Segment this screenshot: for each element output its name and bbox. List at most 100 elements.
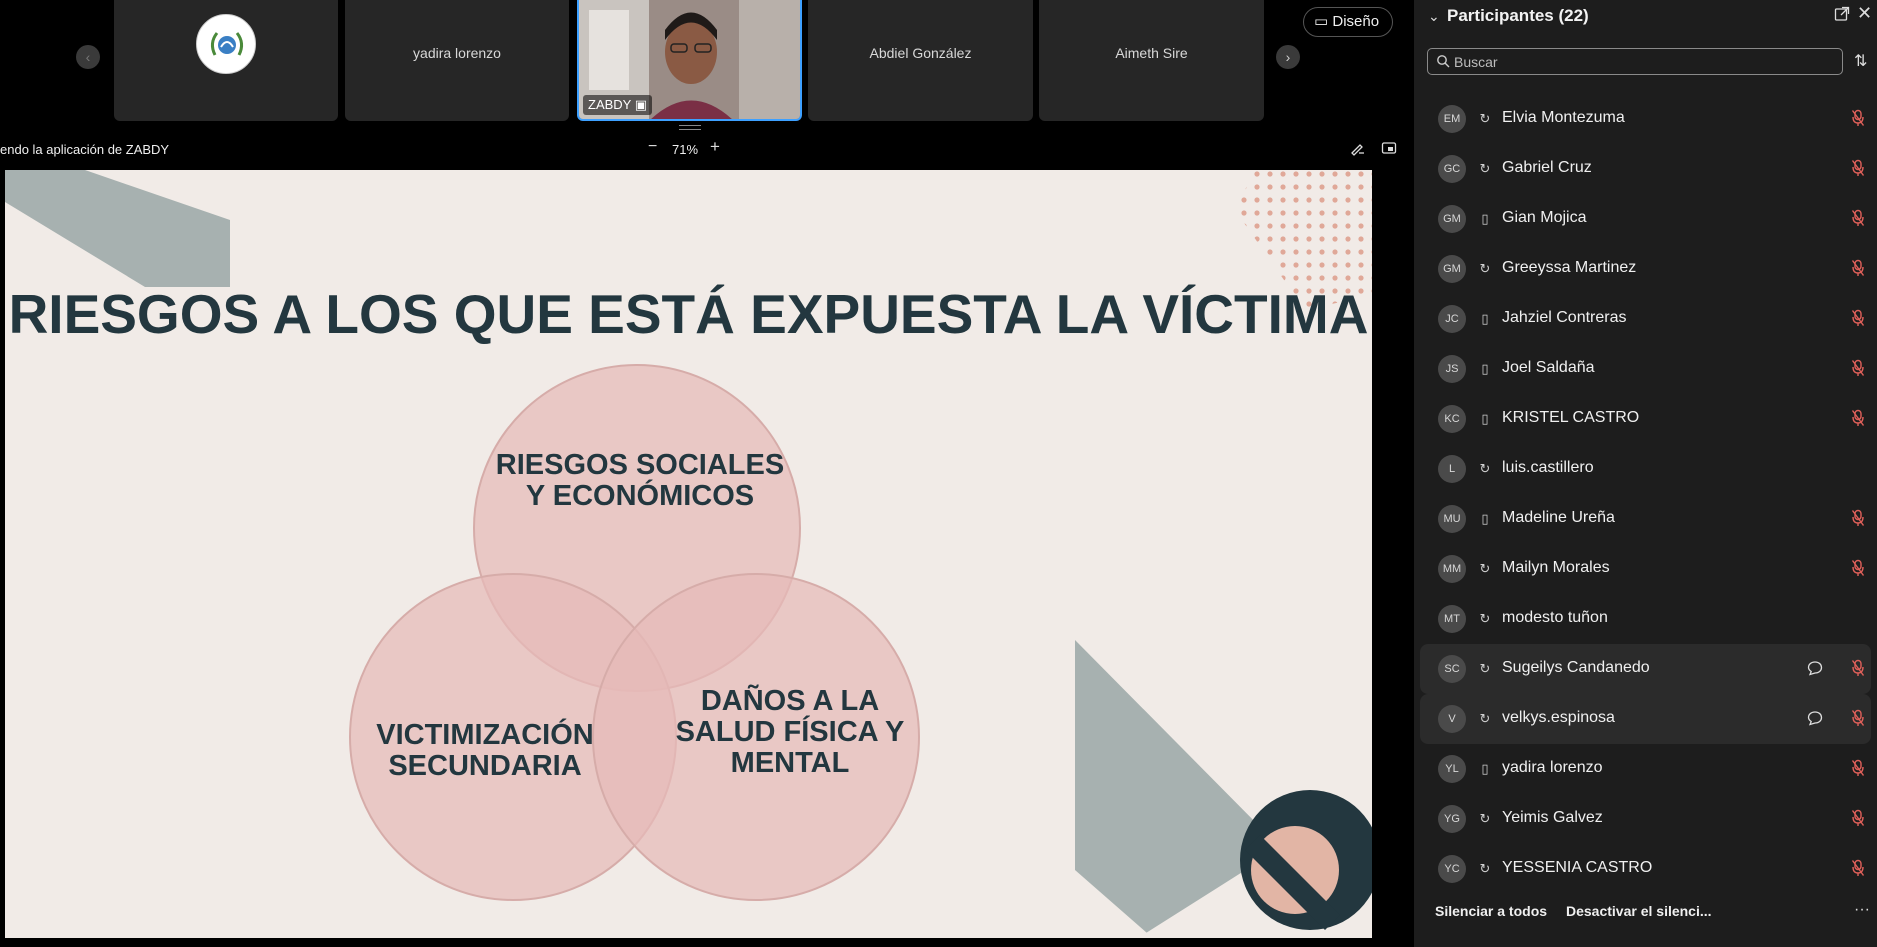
resize-handle[interactable] <box>679 125 701 130</box>
mic-muted-icon[interactable] <box>1851 759 1865 777</box>
video-tile-aimeth[interactable]: Aimeth Sire <box>1039 0 1264 121</box>
sync-icon: ↻ <box>1479 161 1491 176</box>
avatar: YG <box>1438 805 1466 833</box>
layout-icon: ▭ <box>1314 13 1329 30</box>
phone-icon: ▯ <box>1481 761 1489 776</box>
mic-muted-icon[interactable] <box>1851 309 1865 327</box>
mic-muted-icon[interactable] <box>1851 159 1865 177</box>
unmute-all-button[interactable]: Desactivar el silenci... <box>1566 903 1712 919</box>
more-options-icon[interactable]: ··· <box>1854 901 1870 919</box>
participant-name: yadira lorenzo <box>1502 759 1603 776</box>
participant-name: Madeline Ureña <box>1502 509 1615 526</box>
phone-icon: ▯ <box>1481 361 1489 376</box>
strip-next-button[interactable]: › <box>1276 45 1300 69</box>
participant-row[interactable]: YC ↻ YESSENIA CASTRO <box>1420 844 1871 894</box>
participant-row[interactable]: EM ↻ Elvia Montezuma <box>1420 94 1871 144</box>
participant-name: modesto tuñon <box>1502 609 1608 626</box>
participant-row[interactable]: MM ↻ Mailyn Morales <box>1420 544 1871 594</box>
participant-row[interactable]: KC ▯ KRISTEL CASTRO <box>1420 394 1871 444</box>
search-input[interactable] <box>1454 52 1834 72</box>
participant-row[interactable]: JC ▯ Jahziel Contreras <box>1420 294 1871 344</box>
avatar: YL <box>1438 755 1466 783</box>
avatar: MU <box>1438 505 1466 533</box>
mic-muted-icon[interactable] <box>1851 809 1865 827</box>
slide-title: RIESGOS A LOS QUE ESTÁ EXPUESTA LA VÍCTI… <box>8 283 1369 345</box>
phone-icon: ▯ <box>1481 411 1489 426</box>
sync-icon: ↻ <box>1479 111 1491 126</box>
mic-muted-icon[interactable] <box>1851 209 1865 227</box>
annotate-icon[interactable] <box>1350 140 1366 156</box>
participant-row[interactable]: GM ↻ Greeyssa Martinez <box>1420 244 1871 294</box>
participant-row[interactable]: JS ▯ Joel Saldaña <box>1420 344 1871 394</box>
participant-name: velkys.espinosa <box>1502 709 1615 726</box>
participants-panel: ⌄ Participantes (22) ✕ ⇅ EM ↻ Elvia Montez… <box>1414 0 1877 947</box>
participant-name: Joel Saldaña <box>1502 359 1595 376</box>
mic-muted-icon[interactable] <box>1851 109 1865 127</box>
mic-muted-icon[interactable] <box>1851 509 1865 527</box>
participant-row[interactable]: SC ↻ Sugeilys Candanedo <box>1420 644 1871 694</box>
participant-row[interactable]: V ↻ velkys.espinosa <box>1420 694 1871 744</box>
participant-name: Mailyn Morales <box>1502 559 1610 576</box>
strip-prev-button[interactable]: ‹ <box>76 45 100 69</box>
participant-row[interactable]: YG ↻ Yeimis Galvez <box>1420 794 1871 844</box>
sync-icon: ↻ <box>1479 561 1491 576</box>
participant-name: YESSENIA CASTRO <box>1502 859 1653 876</box>
zoom-level: 71% <box>672 142 699 157</box>
video-tile-abdiel[interactable]: Abdiel González <box>808 0 1033 121</box>
video-tile-zabdy[interactable]: ZABDY ▣ <box>577 0 802 121</box>
popout-icon[interactable] <box>1834 6 1850 22</box>
participant-row[interactable]: GM ▯ Gian Mojica <box>1420 194 1871 244</box>
chat-bubble-icon[interactable] <box>1807 710 1823 726</box>
participant-row[interactable]: L ↻ luis.castillero <box>1420 444 1871 494</box>
participant-row[interactable]: MT ↻ modesto tuñon <box>1420 594 1871 644</box>
panel-header: ⌄ Participantes (22) ✕ <box>1414 0 1877 36</box>
share-status-text: endo la aplicación de ZABDY <box>0 142 170 157</box>
close-icon[interactable]: ✕ <box>1857 3 1872 24</box>
chevron-down-icon[interactable]: ⌄ <box>1428 8 1440 25</box>
participant-name: Sugeilys Candanedo <box>1502 659 1650 676</box>
mic-muted-icon[interactable] <box>1851 859 1865 877</box>
popout-icon[interactable] <box>1381 140 1397 156</box>
chat-bubble-icon[interactable] <box>1807 660 1823 676</box>
sync-icon: ↻ <box>1479 611 1491 626</box>
zoom-out-button[interactable]: − <box>648 138 657 156</box>
participant-name: Jahziel Contreras <box>1502 309 1627 326</box>
tile-name: Abdiel González <box>869 45 972 61</box>
search-box[interactable] <box>1427 48 1843 75</box>
mic-muted-icon[interactable] <box>1851 409 1865 427</box>
avatar: V <box>1438 705 1466 733</box>
participant-row[interactable]: YL ▯ yadira lorenzo <box>1420 744 1871 794</box>
participant-name: Yeimis Galvez <box>1502 809 1603 826</box>
avatar: GC <box>1438 155 1466 183</box>
mic-muted-icon[interactable] <box>1851 359 1865 377</box>
share-bar: endo la aplicación de ZABDY − 71% + <box>0 137 1410 162</box>
sync-icon: ↻ <box>1479 661 1491 676</box>
mic-muted-icon[interactable] <box>1851 259 1865 277</box>
participant-name: KRISTEL CASTRO <box>1502 409 1640 426</box>
meeting-app: ‹ yadira lorenzo ZABDY ▣ Abdiel González… <box>0 0 1877 947</box>
sync-icon: ↻ <box>1479 811 1491 826</box>
mute-all-button[interactable]: Silenciar a todos <box>1435 903 1547 919</box>
avatar: GM <box>1438 205 1466 233</box>
venn-label-left: VICTIMIZACIÓN SECUNDARIA <box>376 719 594 782</box>
avatar: SC <box>1438 655 1466 683</box>
mic-muted-icon[interactable] <box>1851 559 1865 577</box>
avatar: MM <box>1438 555 1466 583</box>
avatar: KC <box>1438 405 1466 433</box>
sort-icon[interactable]: ⇅ <box>1854 51 1867 71</box>
participant-row[interactable]: MU ▯ Madeline Ureña <box>1420 494 1871 544</box>
speaker-name-label: ZABDY ▣ <box>583 95 653 115</box>
video-tile-logo[interactable] <box>114 0 338 121</box>
layout-button[interactable]: ▭ Diseño <box>1303 7 1393 37</box>
participant-row[interactable]: GC ↻ Gabriel Cruz <box>1420 144 1871 194</box>
tile-name: Aimeth Sire <box>1115 45 1188 61</box>
shared-slide: RIESGOS A LOS QUE ESTÁ EXPUESTA LA VÍCTI… <box>5 170 1372 938</box>
avatar: YC <box>1438 855 1466 883</box>
zoom-in-button[interactable]: + <box>710 137 720 157</box>
mic-muted-icon[interactable] <box>1851 709 1865 727</box>
participant-name: luis.castillero <box>1502 459 1594 476</box>
mic-muted-icon[interactable] <box>1851 659 1865 677</box>
video-tile-yadira[interactable]: yadira lorenzo <box>345 0 569 121</box>
panel-title: Participantes (22) <box>1447 6 1589 25</box>
participant-name: Gian Mojica <box>1502 209 1587 226</box>
